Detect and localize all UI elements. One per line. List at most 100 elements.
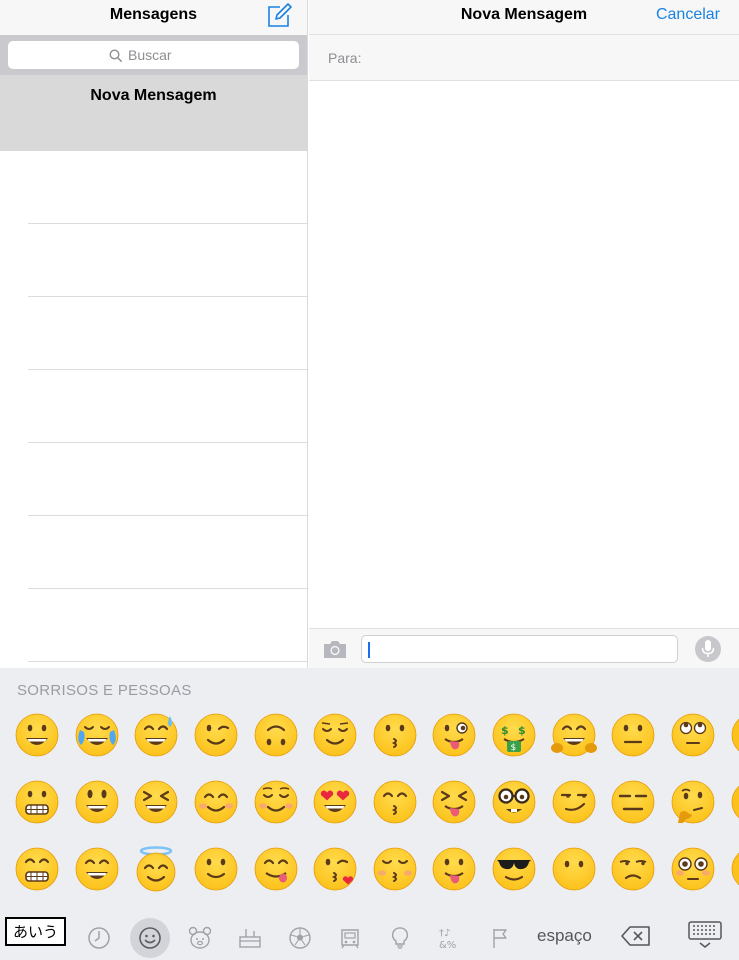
search-input[interactable] — [128, 47, 198, 63]
compose-button[interactable] — [265, 2, 293, 30]
delete-backspace-icon — [621, 926, 650, 946]
microphone-icon — [701, 640, 715, 657]
emoji-row — [0, 846, 739, 912]
list-item[interactable] — [28, 443, 307, 516]
search-bar — [0, 35, 307, 75]
emoji-partial[interactable] — [730, 779, 739, 825]
kana-keyboard-button[interactable]: あいう — [5, 917, 66, 946]
emoji-stuck-out-tongue[interactable] — [431, 846, 477, 892]
emoji-flushed[interactable] — [670, 846, 716, 892]
recent-icon — [88, 927, 110, 949]
emoji-grimacing[interactable] — [14, 779, 60, 825]
recipient-row[interactable]: Para: — [309, 35, 739, 81]
emoji-kissing[interactable] — [372, 712, 418, 758]
category-sports[interactable] — [280, 918, 320, 958]
emoji-thinking[interactable] — [670, 779, 716, 825]
svg-text:†♪: †♪ — [439, 928, 450, 939]
emoji-rolling-eyes[interactable] — [670, 712, 716, 758]
cancel-button[interactable]: Cancelar — [656, 6, 720, 24]
emoji-yum[interactable] — [253, 846, 299, 892]
emoji-relieved[interactable] — [312, 712, 358, 758]
category-food[interactable] — [230, 918, 270, 958]
animals-icon — [188, 926, 212, 949]
svg-text:$: $ — [518, 724, 526, 737]
category-animals[interactable] — [180, 918, 220, 958]
list-item[interactable] — [28, 151, 307, 224]
list-item[interactable] — [28, 516, 307, 589]
emoji-grin[interactable] — [14, 846, 60, 892]
emoji-grinning[interactable] — [14, 712, 60, 758]
category-recent[interactable] — [79, 918, 119, 958]
compose-bar — [309, 628, 739, 668]
emoji-money-mouth[interactable]: $ $ $ — [491, 712, 537, 758]
svg-text:$: $ — [511, 743, 517, 753]
emoji-sweat-smile[interactable] — [133, 712, 179, 758]
emoji-upside-down[interactable] — [253, 712, 299, 758]
emoji-partial[interactable] — [730, 712, 739, 758]
emoji-stuck-out-tongue-winking[interactable] — [431, 712, 477, 758]
emoji-smiley[interactable] — [74, 779, 120, 825]
dictation-button[interactable] — [695, 636, 721, 662]
list-item[interactable] — [28, 589, 307, 662]
space-key[interactable]: espaço — [537, 926, 592, 946]
travel-icon — [341, 929, 359, 949]
emoji-slightly-smiling[interactable] — [193, 846, 239, 892]
recipient-input[interactable] — [367, 49, 739, 66]
emoji-partial[interactable] — [730, 846, 739, 892]
conversation-list — [0, 151, 307, 662]
objects-icon — [391, 927, 409, 949]
emoji-sunglasses[interactable] — [491, 846, 537, 892]
smileys-icon — [139, 927, 161, 949]
emoji-blush[interactable] — [193, 779, 239, 825]
emoji-innocent[interactable] — [133, 846, 179, 892]
camera-button[interactable] — [322, 638, 348, 660]
category-symbols[interactable]: †♪ &% — [430, 918, 470, 958]
sports-icon — [289, 927, 311, 949]
conversation-row-selected[interactable]: Nova Mensagem — [0, 75, 307, 151]
keyboard-bottom-bar: あいう †♪ &% espaço — [0, 912, 739, 960]
left-nav-title: Mensagens — [109, 6, 198, 23]
emoji-laughing[interactable] — [133, 779, 179, 825]
flags-icon — [493, 929, 507, 948]
emoji-no-mouth[interactable] — [551, 846, 597, 892]
emoji-kissing-heart[interactable] — [312, 846, 358, 892]
emoji-heart-eyes[interactable] — [312, 779, 358, 825]
message-input[interactable] — [361, 635, 678, 663]
list-item[interactable] — [28, 370, 307, 443]
camera-icon — [324, 641, 346, 658]
category-smileys[interactable] — [130, 918, 170, 958]
recipient-label: Para: — [328, 49, 362, 66]
svg-text:&%: &% — [439, 940, 456, 951]
emoji-tears-of-joy[interactable] — [74, 712, 120, 758]
left-nav-bar: Mensagens — [0, 0, 307, 35]
emoji-smirk[interactable] — [551, 779, 597, 825]
emoji-stuck-out-tongue-closed-eyes[interactable] — [431, 779, 477, 825]
category-objects[interactable] — [380, 918, 420, 958]
emoji-smile[interactable] — [74, 846, 120, 892]
search-field[interactable] — [8, 41, 299, 69]
emoji-kissing-smiling-eyes[interactable] — [372, 779, 418, 825]
conversation-list-pane: Mensagens Nova Mensagem — [0, 0, 308, 668]
text-caret — [368, 642, 370, 658]
emoji-neutral[interactable] — [610, 712, 656, 758]
emoji-relaxed[interactable] — [253, 779, 299, 825]
emoji-section-title: SORRISOS E PESSOAS — [17, 682, 192, 699]
message-pane: Nova Mensagem Cancelar Para: — [309, 0, 739, 668]
dismiss-keyboard-key[interactable] — [687, 920, 723, 950]
compose-icon — [268, 3, 292, 27]
emoji-hugging[interactable] — [551, 712, 597, 758]
category-flags[interactable] — [480, 918, 520, 958]
list-item[interactable] — [28, 224, 307, 297]
delete-key[interactable] — [620, 924, 652, 948]
emoji-unamused[interactable] — [610, 846, 656, 892]
list-item[interactable] — [28, 297, 307, 370]
emoji-row — [0, 779, 739, 845]
emoji-nerd[interactable] — [491, 779, 537, 825]
emoji-wink[interactable] — [193, 712, 239, 758]
keyboard-dismiss-icon — [688, 921, 722, 948]
right-nav-bar: Nova Mensagem Cancelar — [309, 0, 739, 35]
emoji-kissing-closed-eyes[interactable] — [372, 846, 418, 892]
category-travel[interactable] — [330, 918, 370, 958]
emoji-expressionless[interactable] — [610, 779, 656, 825]
search-icon — [109, 48, 122, 62]
